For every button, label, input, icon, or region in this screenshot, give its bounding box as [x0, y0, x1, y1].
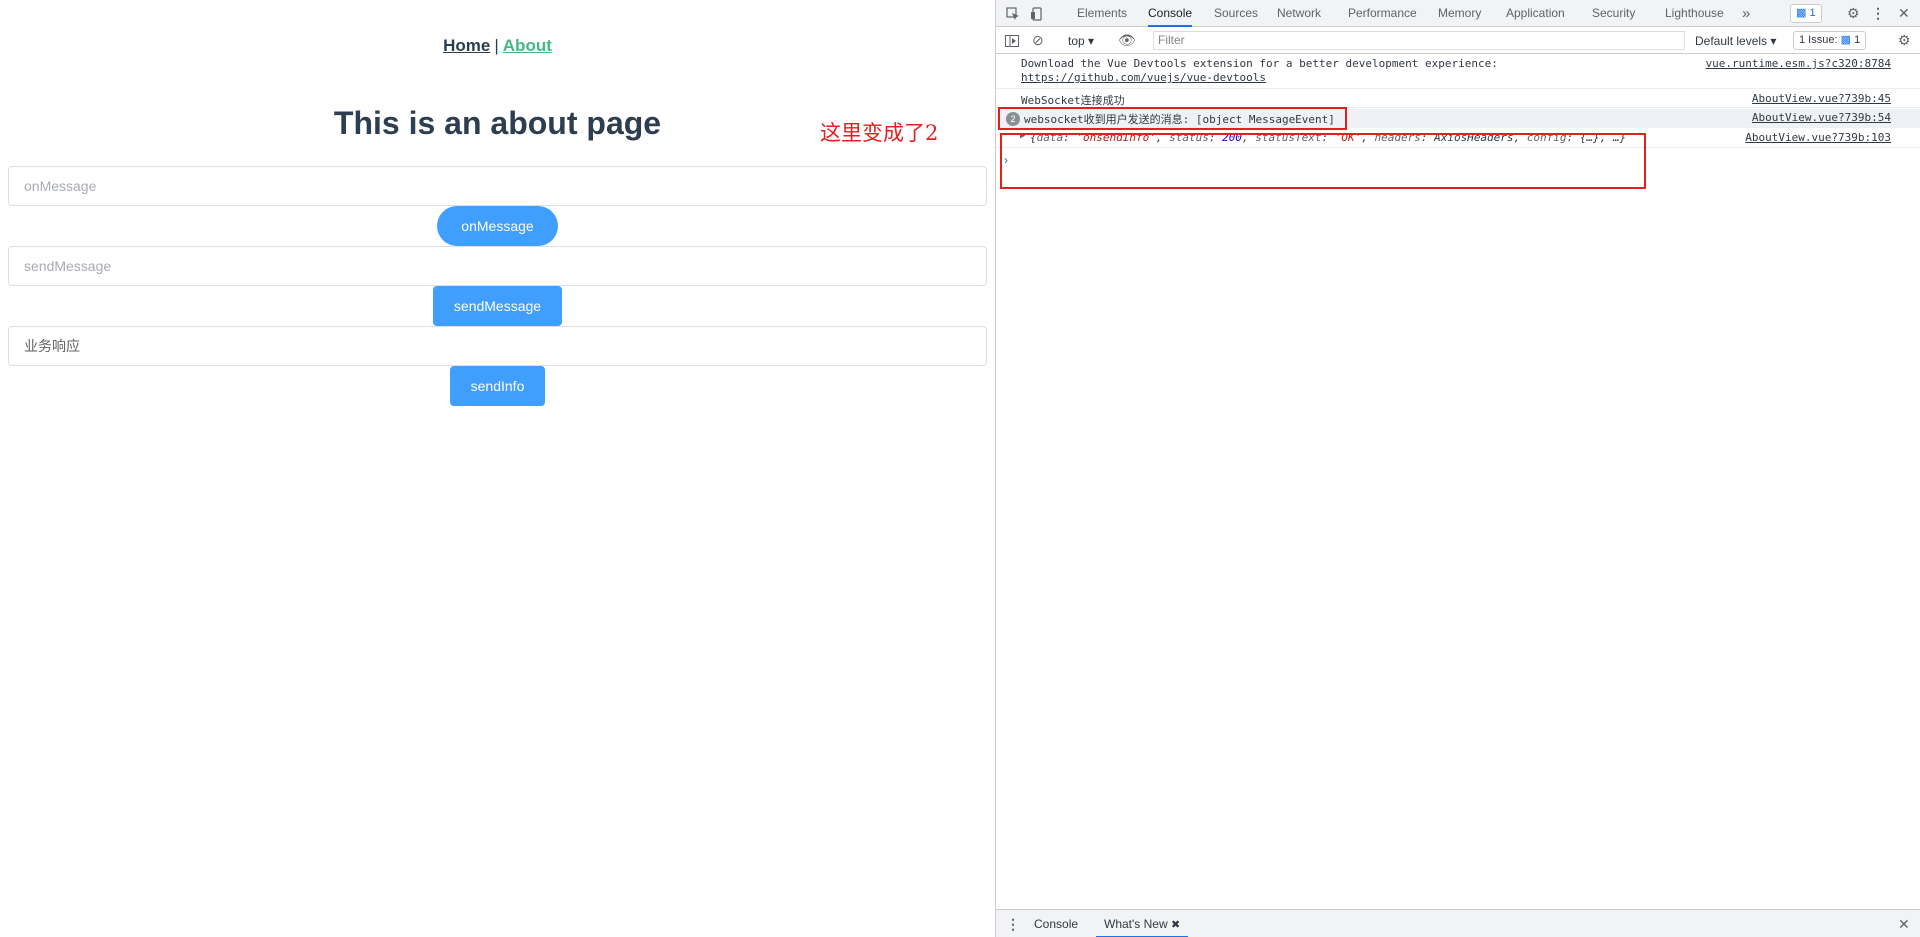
gear-icon[interactable]: ⚙: [1847, 0, 1860, 27]
log-levels-label: Default levels: [1695, 34, 1768, 48]
message-icon: ▩: [1840, 34, 1851, 46]
nav-link-about[interactable]: About: [503, 36, 552, 55]
sidebar-toggle-icon[interactable]: [1005, 27, 1019, 54]
nav-link-home[interactable]: Home: [443, 36, 490, 55]
tab-sources[interactable]: Sources: [1214, 0, 1258, 27]
issues-count: 1: [1854, 34, 1861, 46]
issues-badge[interactable]: ▩ 1: [1790, 4, 1822, 23]
close-tab-icon[interactable]: ✖: [1171, 919, 1180, 931]
tab-network[interactable]: Network: [1277, 0, 1321, 27]
source-link[interactable]: AboutView.vue?739b:103: [1745, 131, 1891, 144]
source-link[interactable]: AboutView.vue?739b:45: [1752, 92, 1891, 105]
console-message: WebSocket连接成功 AboutView.vue?739b:45: [996, 90, 1920, 108]
send-info-button[interactable]: sendInfo: [450, 366, 545, 406]
inspect-element-icon[interactable]: [1006, 0, 1020, 27]
drawer-menu-icon[interactable]: ⋮: [1006, 910, 1020, 937]
drawer-tab-console[interactable]: Console: [1034, 910, 1078, 937]
console-message: Download the Vue Devtools extension for …: [996, 55, 1920, 89]
console-toolbar: ⊘ top ▾ 👁 Filter Default levels ▾ 1 Issu…: [996, 28, 1920, 54]
vue-app: Home | About This is an about page 这里变成了2 …: [0, 0, 995, 937]
caret-down-icon: ▾: [1088, 34, 1095, 48]
tab-security[interactable]: Security: [1592, 0, 1635, 27]
annotation-note: 这里变成了2: [820, 121, 939, 145]
highlight-box-message: [998, 107, 1347, 130]
source-link[interactable]: vue.runtime.esm.js?c320:8784: [1706, 57, 1891, 70]
tab-application[interactable]: Application: [1506, 0, 1565, 27]
context-label: top: [1068, 34, 1085, 48]
send-info-input[interactable]: 业务响应: [8, 326, 987, 366]
devtools-link[interactable]: https://github.com/vuejs/vue-devtools: [1021, 71, 1498, 85]
more-tabs-icon[interactable]: »: [1742, 0, 1750, 27]
device-toolbar-icon[interactable]: [1030, 0, 1044, 27]
context-selector[interactable]: top ▾: [1068, 28, 1094, 54]
tab-console[interactable]: Console: [1148, 0, 1193, 27]
message-icon: ▩: [1796, 7, 1807, 19]
source-link[interactable]: AboutView.vue?739b:54: [1752, 111, 1891, 124]
send-message-input[interactable]: sendMessage: [8, 246, 987, 286]
close-devtools-icon[interactable]: ✕: [1898, 0, 1910, 27]
drawer-tab-whats-new[interactable]: What's New ✖: [1096, 910, 1189, 937]
issues-badge-count: 1: [1809, 7, 1816, 19]
tab-lighthouse[interactable]: Lighthouse: [1665, 0, 1724, 27]
devtools-panel: Elements Console Sources Network Perform…: [995, 0, 1920, 937]
send-message-button[interactable]: sendMessage: [433, 286, 562, 326]
message-text: Download the Vue Devtools extension for …: [1021, 57, 1498, 70]
top-nav: Home | About: [0, 36, 995, 56]
close-drawer-icon[interactable]: ✕: [1898, 910, 1910, 937]
devtools-tab-bar: Elements Console Sources Network Perform…: [996, 0, 1920, 27]
highlight-box-object: [1000, 133, 1646, 189]
on-message-input[interactable]: onMessage: [8, 166, 987, 206]
kebab-menu-icon[interactable]: ⋮: [1871, 0, 1885, 27]
console-filter-input[interactable]: Filter: [1153, 31, 1685, 50]
bottom-drawer: ⋮ Console What's New ✖ ✕: [996, 909, 1920, 937]
eye-icon[interactable]: 👁: [1118, 27, 1136, 54]
log-levels-dropdown[interactable]: Default levels ▾: [1695, 28, 1776, 54]
issues-label: 1 Issue:: [1799, 34, 1838, 46]
console-settings-gear-icon[interactable]: ⚙: [1898, 27, 1911, 54]
on-message-button[interactable]: onMessage: [437, 206, 558, 246]
tab-memory[interactable]: Memory: [1438, 0, 1481, 27]
tab-elements[interactable]: Elements: [1077, 0, 1127, 27]
drawer-tab-label: What's New: [1104, 917, 1168, 931]
message-text: WebSocket连接成功: [1021, 94, 1125, 107]
clear-console-icon[interactable]: ⊘: [1032, 27, 1044, 54]
caret-down-icon: ▾: [1770, 34, 1777, 48]
issues-counter[interactable]: 1 Issue: ▩ 1: [1793, 31, 1867, 50]
tab-performance[interactable]: Performance: [1348, 0, 1417, 27]
nav-separator: |: [494, 36, 499, 55]
